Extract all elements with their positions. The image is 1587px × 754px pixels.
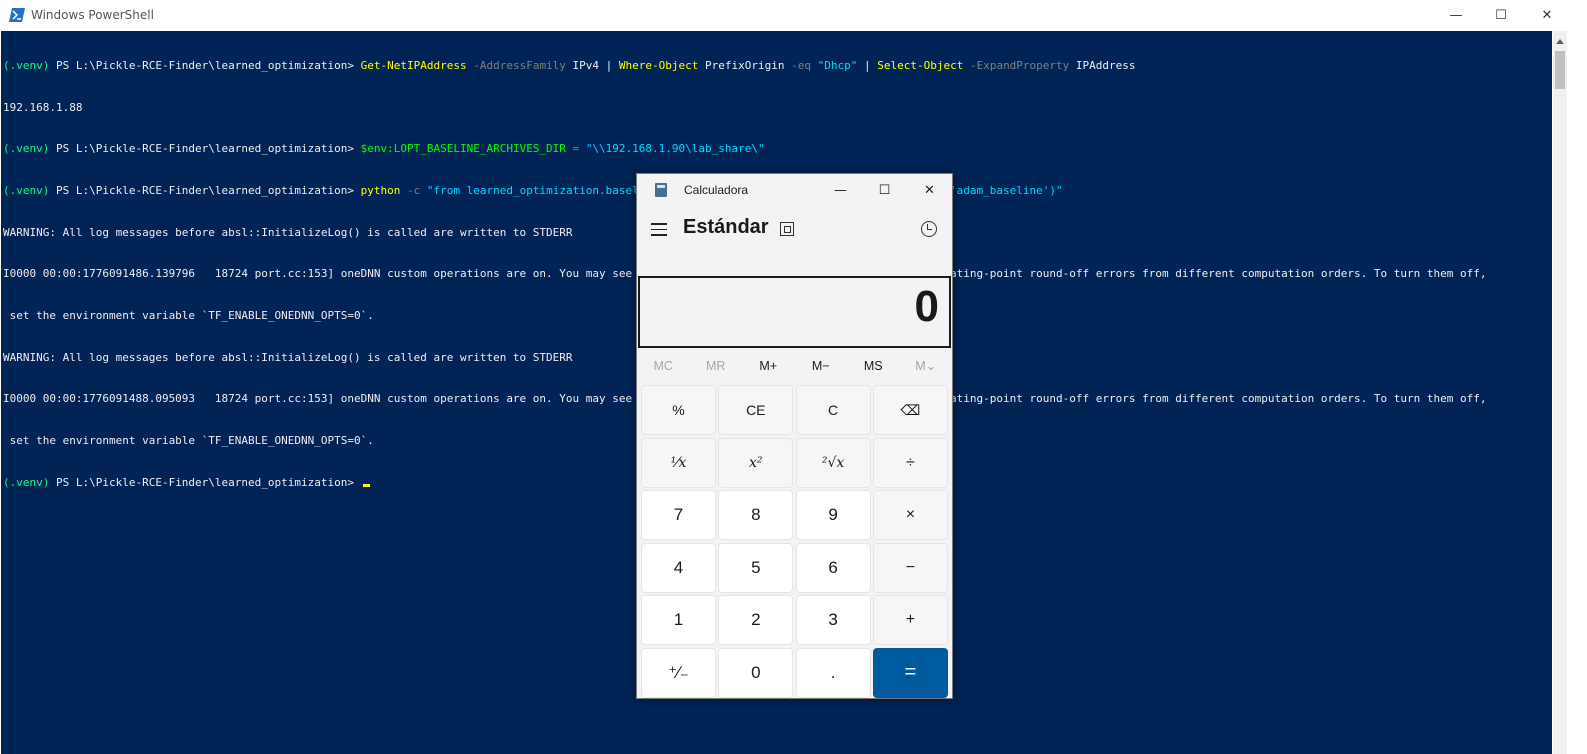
hamburger-menu-icon[interactable] bbox=[651, 223, 667, 240]
negate-button[interactable]: ⁺∕₋ bbox=[641, 647, 716, 698]
memory-row: MC MR M+ M− MS M⌄ bbox=[637, 352, 952, 380]
calculator-display: 0 bbox=[638, 276, 951, 348]
text-cursor bbox=[362, 483, 370, 487]
calc-minimize-button[interactable]: — bbox=[818, 174, 863, 206]
percent-button[interactable]: % bbox=[641, 385, 716, 435]
digit-1-button[interactable]: 1 bbox=[641, 595, 716, 645]
terminal-line: (.venv) PS L:\Pickle-RCE-Finder\learned_… bbox=[3, 58, 1136, 72]
close-icon: ✕ bbox=[1541, 8, 1553, 23]
backspace-button[interactable]: ⌫ bbox=[872, 385, 948, 435]
reciprocal-button[interactable]: ¹⁄x bbox=[641, 437, 716, 488]
divide-button[interactable]: ÷ bbox=[872, 437, 948, 488]
calculator-titlebar[interactable]: Calculadora — ☐ ✕ bbox=[637, 174, 952, 206]
powershell-titlebar: Windows PowerShell — ☐ ✕ bbox=[0, 0, 1587, 31]
digit-0-button[interactable]: 0 bbox=[718, 647, 794, 698]
clear-button[interactable]: C bbox=[795, 385, 871, 435]
digit-9-button[interactable]: 9 bbox=[795, 490, 871, 540]
digit-6-button[interactable]: 6 bbox=[795, 542, 871, 593]
minimize-icon: — bbox=[1449, 8, 1463, 23]
minus-button[interactable]: − bbox=[872, 542, 948, 593]
terminal-line: (.venv) PS L:\Pickle-RCE-Finder\learned_… bbox=[3, 142, 765, 156]
keypad: % CE C ⌫ ¹⁄x x² ²√x ÷ 7 8 9 × 4 5 6 − 1 … bbox=[641, 385, 949, 698]
window-title: Windows PowerShell bbox=[31, 8, 154, 22]
memory-store-button[interactable]: MS bbox=[847, 352, 900, 380]
digit-5-button[interactable]: 5 bbox=[718, 542, 794, 593]
history-icon[interactable] bbox=[921, 221, 937, 237]
memory-recall-button[interactable]: MR bbox=[690, 352, 743, 380]
calculator-title: Calculadora bbox=[684, 183, 749, 197]
digit-8-button[interactable]: 8 bbox=[718, 490, 794, 540]
memory-subtract-button[interactable]: M− bbox=[795, 352, 848, 380]
digit-3-button[interactable]: 3 bbox=[795, 595, 871, 645]
vertical-scrollbar[interactable] bbox=[1553, 31, 1567, 754]
maximize-button[interactable]: ☐ bbox=[1478, 0, 1524, 31]
display-value: 0 bbox=[914, 282, 939, 331]
calc-close-button[interactable]: ✕ bbox=[907, 174, 952, 206]
terminal-line: 192.168.1.88 bbox=[3, 100, 83, 114]
plus-button[interactable]: + bbox=[872, 595, 948, 645]
powershell-icon bbox=[9, 8, 25, 22]
clear-entry-button[interactable]: CE bbox=[718, 385, 794, 435]
square-root-button[interactable]: ²√x bbox=[795, 437, 871, 488]
calculator-window[interactable]: Calculadora — ☐ ✕ Estándar 0 MC MR M+ M−… bbox=[636, 173, 953, 699]
digit-7-button[interactable]: 7 bbox=[641, 490, 716, 540]
square-button[interactable]: x² bbox=[718, 437, 794, 488]
scroll-up-arrow-icon[interactable] bbox=[1556, 39, 1564, 44]
memory-clear-button[interactable]: MC bbox=[637, 352, 690, 380]
decimal-button[interactable]: . bbox=[795, 647, 871, 698]
close-button[interactable]: ✕ bbox=[1524, 0, 1570, 31]
digit-2-button[interactable]: 2 bbox=[718, 595, 794, 645]
calculator-icon bbox=[655, 183, 667, 197]
close-icon: ✕ bbox=[924, 182, 935, 198]
maximize-icon: ☐ bbox=[878, 182, 891, 198]
minimize-icon: — bbox=[834, 182, 847, 198]
equals-button[interactable]: = bbox=[872, 647, 948, 698]
calculator-header: Estándar bbox=[637, 208, 952, 252]
calc-maximize-button[interactable]: ☐ bbox=[862, 174, 907, 206]
keep-on-top-icon[interactable] bbox=[780, 222, 794, 236]
multiply-button[interactable]: × bbox=[872, 490, 948, 540]
minimize-button[interactable]: — bbox=[1433, 0, 1479, 31]
memory-add-button[interactable]: M+ bbox=[742, 352, 795, 380]
maximize-icon: ☐ bbox=[1495, 8, 1507, 23]
mode-title: Estándar bbox=[683, 216, 769, 238]
digit-4-button[interactable]: 4 bbox=[641, 542, 716, 593]
memory-list-button[interactable]: M⌄ bbox=[900, 352, 953, 380]
scrollbar-thumb[interactable] bbox=[1555, 51, 1565, 89]
